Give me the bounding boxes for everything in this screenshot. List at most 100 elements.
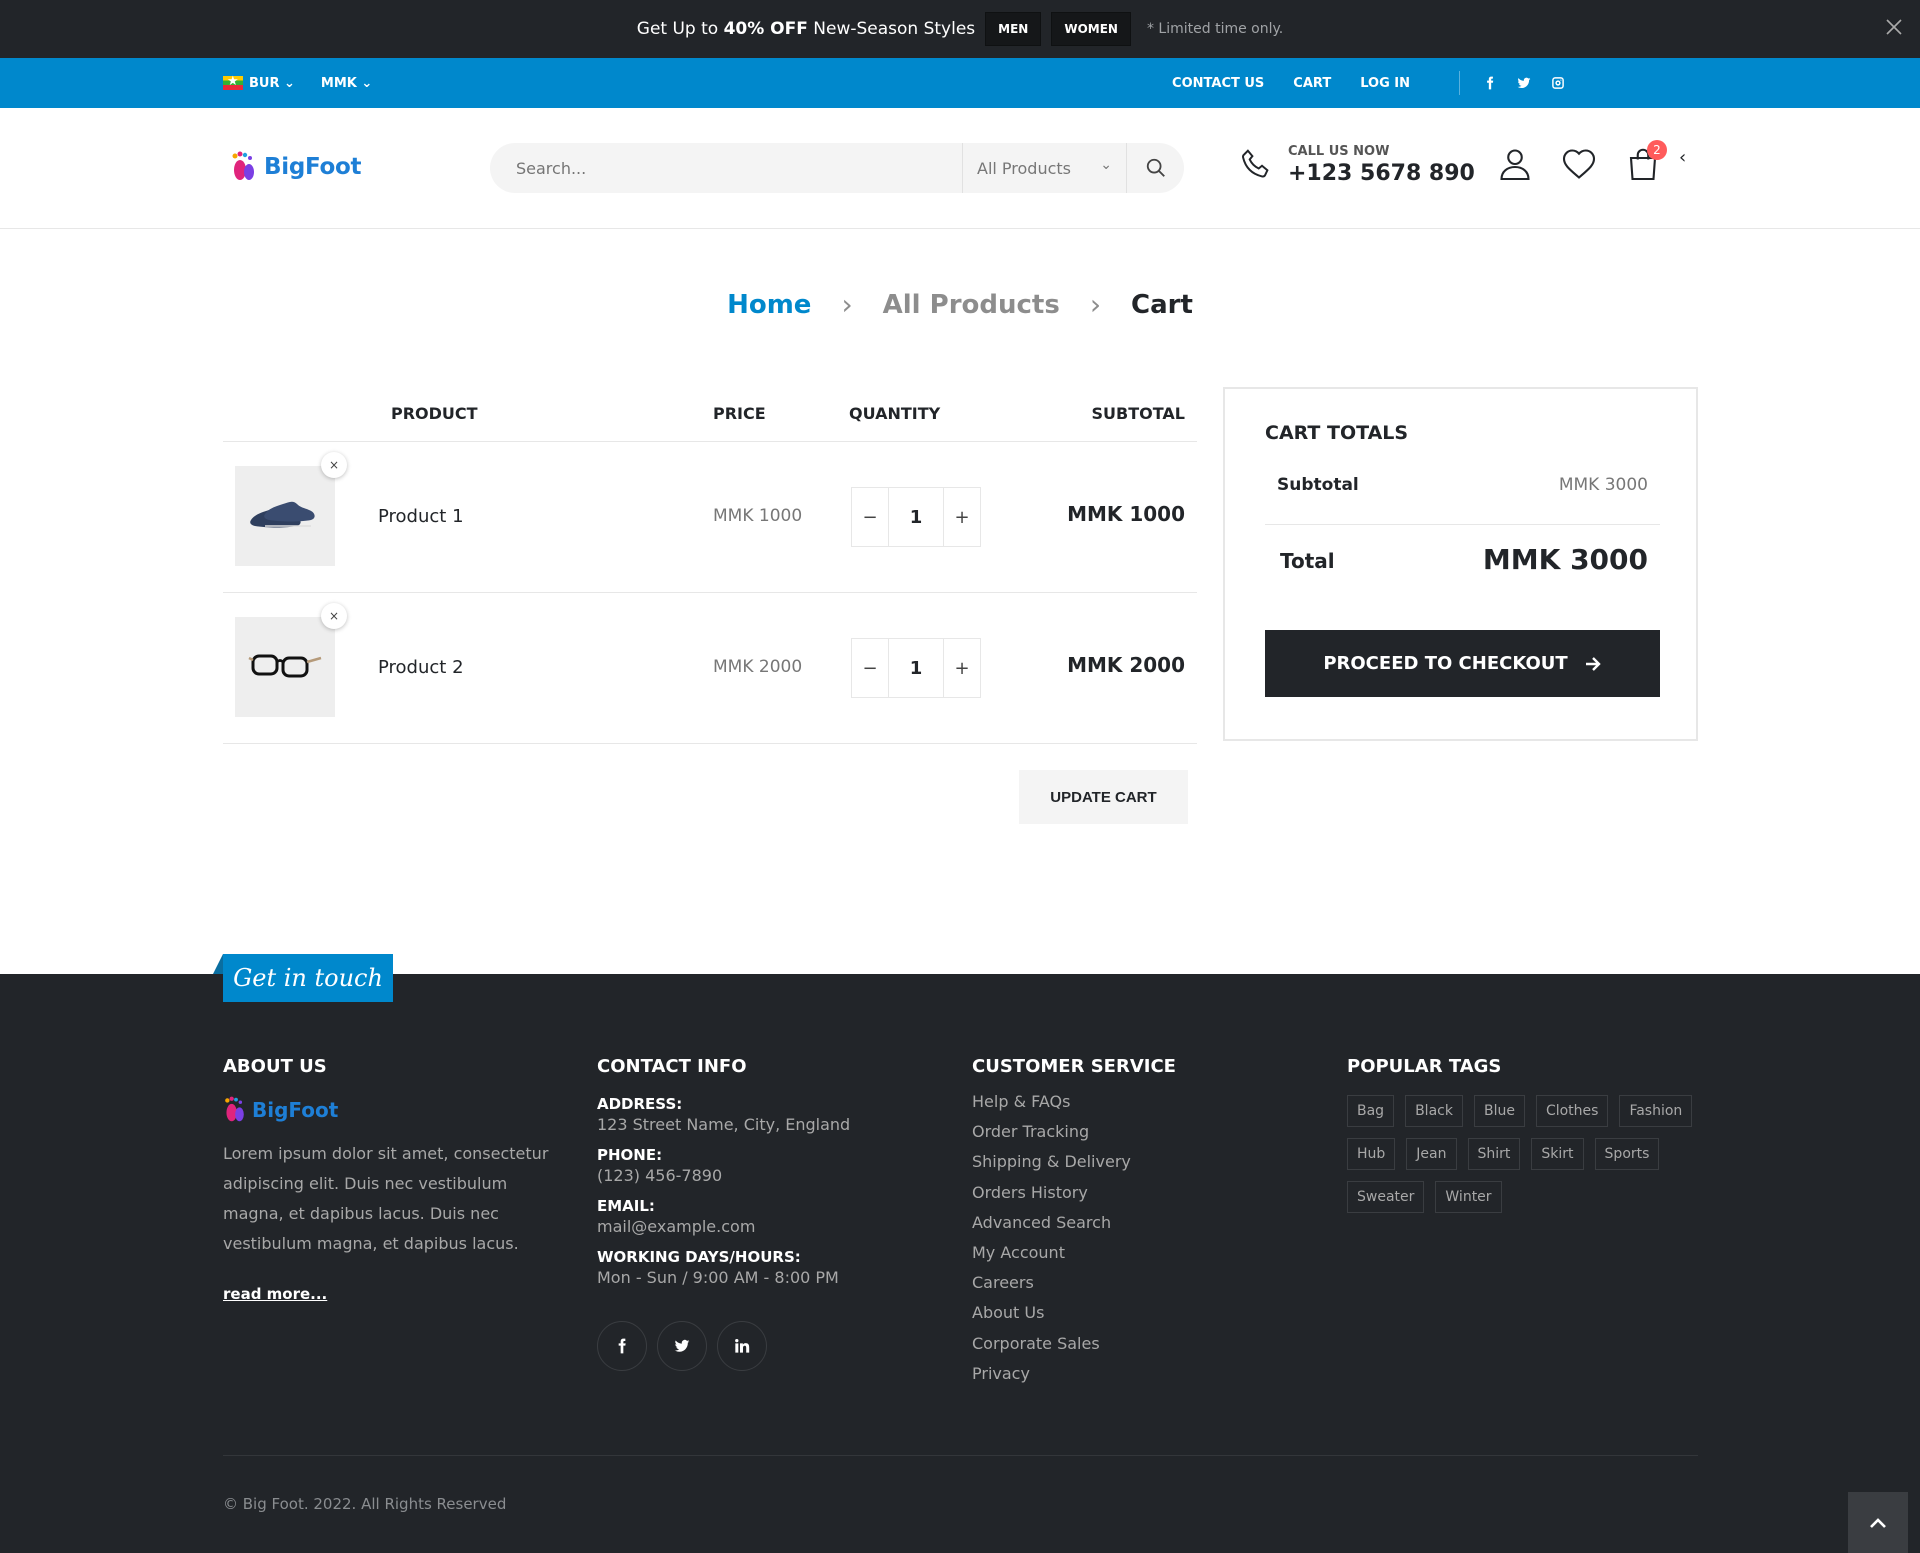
- about-text: Lorem ipsum dolor sit amet, consectetur …: [223, 1144, 549, 1253]
- shoes-image: [250, 501, 315, 528]
- product-thumbnail[interactable]: [235, 466, 335, 566]
- logo-text: BigFoot: [264, 154, 362, 180]
- footer-link[interactable]: Corporate Sales: [972, 1329, 1176, 1359]
- facebook-icon[interactable]: [597, 1321, 647, 1371]
- user-icon[interactable]: [1497, 146, 1533, 186]
- update-cart-button[interactable]: UPDATE CART: [1019, 770, 1188, 824]
- tag[interactable]: Fashion: [1619, 1095, 1693, 1127]
- copyright: © Big Foot. 2022. All Rights Reserved: [223, 1495, 507, 1513]
- topbar-link-cart[interactable]: CART: [1293, 76, 1331, 91]
- topbar-link-contact-us[interactable]: CONTACT US: [1172, 76, 1264, 91]
- product-price: MMK 1000: [713, 506, 803, 526]
- footer-customer-service: CUSTOMER SERVICE Help & FAQs Order Track…: [972, 1056, 1176, 1389]
- language-switcher[interactable]: BUR ⌄: [223, 74, 295, 91]
- call-number[interactable]: +123 5678 890: [1288, 161, 1475, 186]
- scroll-to-top-button[interactable]: [1848, 1492, 1908, 1553]
- product-name[interactable]: Product 1: [378, 506, 464, 527]
- phone-label: PHONE:: [597, 1146, 663, 1164]
- search-category-select[interactable]: All Products ⌄: [962, 143, 1126, 193]
- tag[interactable]: Blue: [1473, 1095, 1525, 1127]
- footer-link[interactable]: Orders History: [972, 1178, 1176, 1208]
- increase-quantity-button[interactable]: +: [944, 639, 980, 697]
- instagram-icon[interactable]: [1551, 76, 1565, 90]
- twitter-icon[interactable]: [657, 1321, 707, 1371]
- checkout-label: PROCEED TO CHECKOUT: [1323, 653, 1568, 674]
- remove-item-button[interactable]: ×: [321, 603, 347, 629]
- main-header: BigFoot All Products ⌄ CALL US NOW +123 …: [0, 108, 1920, 229]
- email-label: EMAIL:: [597, 1197, 655, 1215]
- cart-table: PRODUCT PRICE QUANTITY SUBTOTAL × Produc…: [223, 390, 1197, 744]
- decrease-quantity-button[interactable]: −: [852, 488, 888, 546]
- call-us: CALL US NOW +123 5678 890: [1238, 144, 1475, 186]
- chevron-left-icon[interactable]: ‹: [1679, 147, 1686, 168]
- close-icon[interactable]: [1884, 18, 1904, 38]
- remove-item-button[interactable]: ×: [321, 452, 347, 478]
- hours-label: WORKING DAYS/HOURS:: [597, 1248, 801, 1266]
- tag[interactable]: Sports: [1594, 1138, 1660, 1170]
- linkedin-icon[interactable]: [717, 1321, 767, 1371]
- increase-quantity-button[interactable]: +: [944, 488, 980, 546]
- promo-men-button[interactable]: MEN: [985, 12, 1042, 46]
- cart-totals-title: CART TOTALS: [1265, 422, 1409, 444]
- footer-link[interactable]: Advanced Search: [972, 1208, 1176, 1238]
- header-product: PRODUCT: [391, 404, 478, 423]
- search-bar: All Products ⌄: [490, 143, 1184, 193]
- wishlist-heart-icon[interactable]: [1561, 146, 1597, 186]
- footer-link[interactable]: My Account: [972, 1238, 1176, 1268]
- tag[interactable]: Black: [1405, 1095, 1463, 1127]
- breadcrumb-all-products[interactable]: All Products: [883, 290, 1060, 320]
- chevron-down-icon: ⌄: [361, 75, 373, 91]
- tag[interactable]: Skirt: [1531, 1138, 1584, 1170]
- search-icon: [1146, 158, 1165, 177]
- footer-link[interactable]: Help & FAQs: [972, 1087, 1176, 1117]
- footer-link[interactable]: Shipping & Delivery: [972, 1147, 1176, 1177]
- table-row: × Product 1 MMK 1000 − 1 + MMK 1000: [223, 442, 1197, 593]
- quantity-stepper: − 1 +: [851, 487, 981, 547]
- quantity-input[interactable]: 1: [888, 639, 944, 697]
- header-quantity: QUANTITY: [849, 404, 941, 423]
- tag[interactable]: Winter: [1435, 1181, 1502, 1213]
- topbar-link-log-in[interactable]: LOG IN: [1360, 76, 1410, 91]
- myanmar-flag-icon: [223, 74, 243, 90]
- logo[interactable]: BigFoot: [230, 150, 361, 184]
- tag[interactable]: Sweater: [1347, 1181, 1425, 1213]
- breadcrumb-home[interactable]: Home: [727, 290, 811, 320]
- tag[interactable]: Hub: [1347, 1138, 1396, 1170]
- footer-logo-text: BigFoot: [252, 1098, 339, 1122]
- email-value[interactable]: mail@example.com: [597, 1217, 850, 1236]
- quantity-input[interactable]: 1: [888, 488, 944, 546]
- read-more-link[interactable]: read more...: [223, 1285, 327, 1303]
- tag[interactable]: Jean: [1406, 1138, 1457, 1170]
- cart-icon[interactable]: 2: [1625, 140, 1667, 186]
- chevron-right-icon: ›: [1089, 288, 1102, 321]
- decrease-quantity-button[interactable]: −: [852, 639, 888, 697]
- footer-link[interactable]: About Us: [972, 1298, 1176, 1328]
- footer-contact-title: CONTACT INFO: [597, 1056, 747, 1077]
- proceed-to-checkout-button[interactable]: PROCEED TO CHECKOUT: [1265, 630, 1660, 697]
- footer-link[interactable]: Careers: [972, 1268, 1176, 1298]
- tag[interactable]: Bag: [1347, 1095, 1395, 1127]
- get-in-touch-label: Get in touch: [213, 954, 393, 1002]
- footer-link[interactable]: Privacy: [972, 1359, 1176, 1389]
- footer-popular-tags: POPULAR TAGS Bag Black Blue Clothes Fash…: [1347, 1056, 1697, 1213]
- promo-women-button[interactable]: WOMEN: [1051, 12, 1131, 46]
- currency-switcher[interactable]: MMK ⌄: [321, 76, 372, 91]
- facebook-icon[interactable]: [1483, 76, 1497, 90]
- search-button[interactable]: [1126, 143, 1184, 193]
- footprint-logo-icon: [232, 151, 254, 180]
- promo-bar: Get Up to 40% OFF New-Season Styles MEN …: [0, 0, 1920, 58]
- tag[interactable]: Clothes: [1535, 1095, 1609, 1127]
- product-subtotal: MMK 1000: [1067, 502, 1185, 526]
- product-thumbnail[interactable]: [235, 617, 335, 717]
- tag[interactable]: Shirt: [1467, 1138, 1521, 1170]
- footer-social: [597, 1321, 850, 1371]
- phone-value[interactable]: (123) 456-7890: [597, 1166, 850, 1185]
- footer-logo[interactable]: BigFoot: [223, 1095, 568, 1125]
- footer-link[interactable]: Order Tracking: [972, 1117, 1176, 1147]
- search-input[interactable]: [490, 143, 962, 193]
- table-row: × Product 2 MMK 2000 − 1 + MMK 2000: [223, 593, 1197, 744]
- product-name[interactable]: Product 2: [378, 657, 464, 678]
- chevron-right-icon: ›: [841, 288, 853, 321]
- subtotal-value: MMK 3000: [1558, 475, 1648, 495]
- twitter-icon[interactable]: [1517, 76, 1531, 90]
